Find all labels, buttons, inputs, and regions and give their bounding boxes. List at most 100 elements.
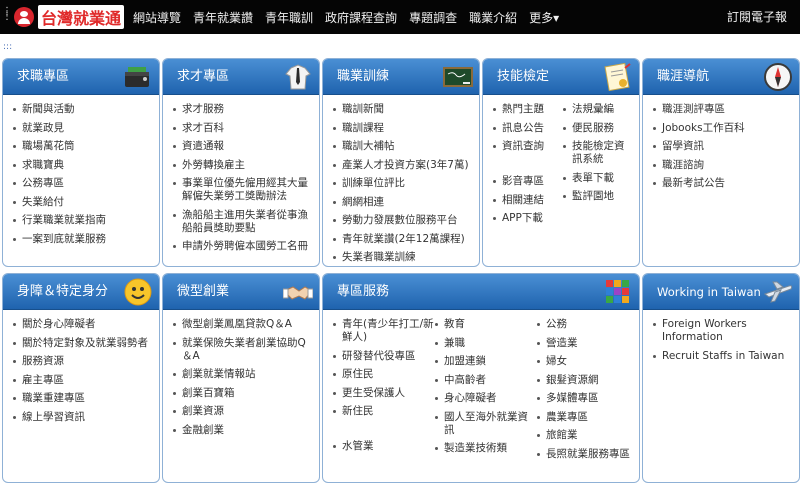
- list-item[interactable]: 產業人才投資方案(3年7萬): [333, 159, 469, 172]
- list-item[interactable]: 就業政見: [13, 122, 149, 135]
- list-item[interactable]: 職涯測評專區: [653, 103, 789, 116]
- nav-surveys[interactable]: 專題調查: [409, 9, 457, 26]
- list-item[interactable]: 便民服務: [563, 122, 633, 135]
- list-item[interactable]: 職場萬花筒: [13, 140, 149, 153]
- list-item[interactable]: 外勞轉換雇主: [173, 159, 309, 172]
- list-item[interactable]: 資遣通報: [173, 140, 309, 153]
- list-item[interactable]: 婦女: [537, 355, 633, 368]
- panel-header[interactable]: 求職專區: [3, 59, 159, 95]
- list-item[interactable]: 一案到底就業服務: [13, 233, 149, 246]
- list-item[interactable]: 青年就業讚(2年12萬課程): [333, 233, 469, 246]
- list-item[interactable]: 營造業: [537, 337, 633, 350]
- list-item[interactable]: 留學資訊: [653, 140, 789, 153]
- smiley-icon: [124, 278, 152, 306]
- list-item[interactable]: 多媒體專區: [537, 392, 633, 405]
- list-item[interactable]: 微型創業鳳凰貸款Q＆A: [173, 318, 309, 331]
- list-item[interactable]: APP下載: [493, 212, 563, 225]
- panel-header[interactable]: 微型創業: [163, 274, 319, 310]
- list-item[interactable]: 失業給付: [13, 196, 149, 209]
- certificate-icon: [604, 62, 631, 92]
- panel-header[interactable]: 技能檢定: [483, 59, 639, 95]
- list-item[interactable]: 表單下載: [563, 172, 633, 185]
- panel-title: 職涯導航: [657, 69, 710, 84]
- list-item[interactable]: 監評園地: [563, 190, 633, 203]
- list-item[interactable]: 職訓課程: [333, 122, 469, 135]
- panel-header[interactable]: 專區服務: [323, 274, 639, 310]
- list-item[interactable]: 相關連結: [493, 194, 563, 207]
- list-item[interactable]: 線上學習資訊: [13, 411, 149, 424]
- list-item[interactable]: 求才服務: [173, 103, 309, 116]
- list-item[interactable]: 農業專區: [537, 411, 633, 424]
- list-item[interactable]: 事業單位優先僱用經其大量解僱失業勞工獎勵辦法: [173, 177, 309, 203]
- list-item[interactable]: 影音專區: [493, 175, 563, 188]
- list-item[interactable]: 更生受保護人: [333, 387, 435, 400]
- list-item[interactable]: 雇主專區: [13, 374, 149, 387]
- list-item[interactable]: 新住民: [333, 405, 435, 418]
- list-item[interactable]: 公務專區: [13, 177, 149, 190]
- list-item[interactable]: 訓練單位評比: [333, 177, 469, 190]
- list-item[interactable]: 原住民: [333, 368, 435, 381]
- list-item[interactable]: 研發替代役專區: [333, 350, 435, 363]
- list-item[interactable]: 服務資源: [13, 355, 149, 368]
- list-item[interactable]: 青年(青少年打工/新鮮人): [333, 318, 435, 344]
- logo-person-icon: [14, 7, 34, 27]
- list-item[interactable]: 銀髮資源網: [537, 374, 633, 387]
- list-item[interactable]: 兼職: [435, 337, 537, 350]
- site-logo[interactable]: 台灣就業通: [14, 5, 125, 29]
- list-item[interactable]: 加盟連鎖: [435, 355, 537, 368]
- list-item[interactable]: 製造業技術類: [435, 442, 537, 455]
- list-item[interactable]: 新聞與活動: [13, 103, 149, 116]
- list-item[interactable]: 關於身心障礙者: [13, 318, 149, 331]
- list-item[interactable]: 職訓新聞: [333, 103, 469, 116]
- panel-header[interactable]: Working in Taiwan: [643, 274, 799, 310]
- menu-dots-icon[interactable]: ⋮ ⋮: [2, 7, 12, 22]
- panel-header[interactable]: 職涯導航: [643, 59, 799, 95]
- nav-youth-training[interactable]: 青年職訓: [265, 9, 313, 26]
- list-item[interactable]: 申請外勞聘僱本國勞工名冊: [173, 240, 309, 253]
- list-item[interactable]: 漁船船主進用失業者從事漁船船員獎助要點: [173, 209, 309, 235]
- list-item[interactable]: 訊息公告: [493, 122, 563, 135]
- list-item[interactable]: Jobooks工作百科: [653, 122, 789, 135]
- nav-youth-employment[interactable]: 青年就業讚: [193, 9, 253, 26]
- list-item[interactable]: 技能檢定資訊系統: [563, 140, 633, 166]
- list-item[interactable]: 身心障礙者: [435, 392, 537, 405]
- list-item[interactable]: 水管業: [333, 440, 435, 453]
- list-item[interactable]: 公務: [537, 318, 633, 331]
- list-item[interactable]: Recruit Staffs in Taiwan: [653, 350, 789, 363]
- list-item[interactable]: 勞動力發展數位服務平台: [333, 214, 469, 227]
- list-item[interactable]: 創業資源: [173, 405, 309, 418]
- list-item[interactable]: 關於特定對象及就業弱勢者: [13, 337, 149, 350]
- list-item[interactable]: 中高齡者: [435, 374, 537, 387]
- list-item[interactable]: 職業重建專區: [13, 392, 149, 405]
- list-item[interactable]: 旅館業: [537, 429, 633, 442]
- logo-text: 台灣就業通: [38, 5, 125, 29]
- panel-title: 專區服務: [337, 284, 390, 299]
- nav-more-dropdown[interactable]: 更多▾: [529, 9, 559, 26]
- panel-header[interactable]: 求才專區: [163, 59, 319, 95]
- list-item[interactable]: 職訓大補帖: [333, 140, 469, 153]
- list-item[interactable]: 行業職業就業指南: [13, 214, 149, 227]
- list-item[interactable]: 國人至海外就業資訊: [435, 411, 537, 437]
- list-item[interactable]: Foreign Workers Information: [653, 318, 789, 344]
- list-item[interactable]: 法規彙編: [563, 103, 633, 116]
- list-item[interactable]: 最新考試公告: [653, 177, 789, 190]
- subscribe-newsletter-link[interactable]: 訂閱電子報: [727, 0, 787, 34]
- list-item[interactable]: 創業百寶箱: [173, 387, 309, 400]
- list-item[interactable]: 熱門主題: [493, 103, 563, 116]
- list-item[interactable]: 金融創業: [173, 424, 309, 437]
- nav-job-intro[interactable]: 職業介紹: [469, 9, 517, 26]
- list-item[interactable]: 網網相連: [333, 196, 469, 209]
- list-item[interactable]: 職涯諮詢: [653, 159, 789, 172]
- list-item[interactable]: 創業就業情報站: [173, 368, 309, 381]
- panel-header[interactable]: 身障＆特定身分: [3, 274, 159, 310]
- list-item[interactable]: 求才百科: [173, 122, 309, 135]
- list-item[interactable]: 就業保險失業者創業協助Q＆A: [173, 337, 309, 363]
- list-item[interactable]: 失業者職業訓練: [333, 251, 469, 264]
- list-item[interactable]: 長照就業服務專區: [537, 448, 633, 461]
- panel-header[interactable]: 職業訓練: [323, 59, 479, 95]
- nav-course-search[interactable]: 政府課程查詢: [325, 9, 397, 26]
- list-item[interactable]: 教育: [435, 318, 537, 331]
- list-item[interactable]: 資訊查詢: [493, 140, 563, 153]
- nav-site-map[interactable]: 網站導覽: [133, 9, 181, 26]
- list-item[interactable]: 求職寶典: [13, 159, 149, 172]
